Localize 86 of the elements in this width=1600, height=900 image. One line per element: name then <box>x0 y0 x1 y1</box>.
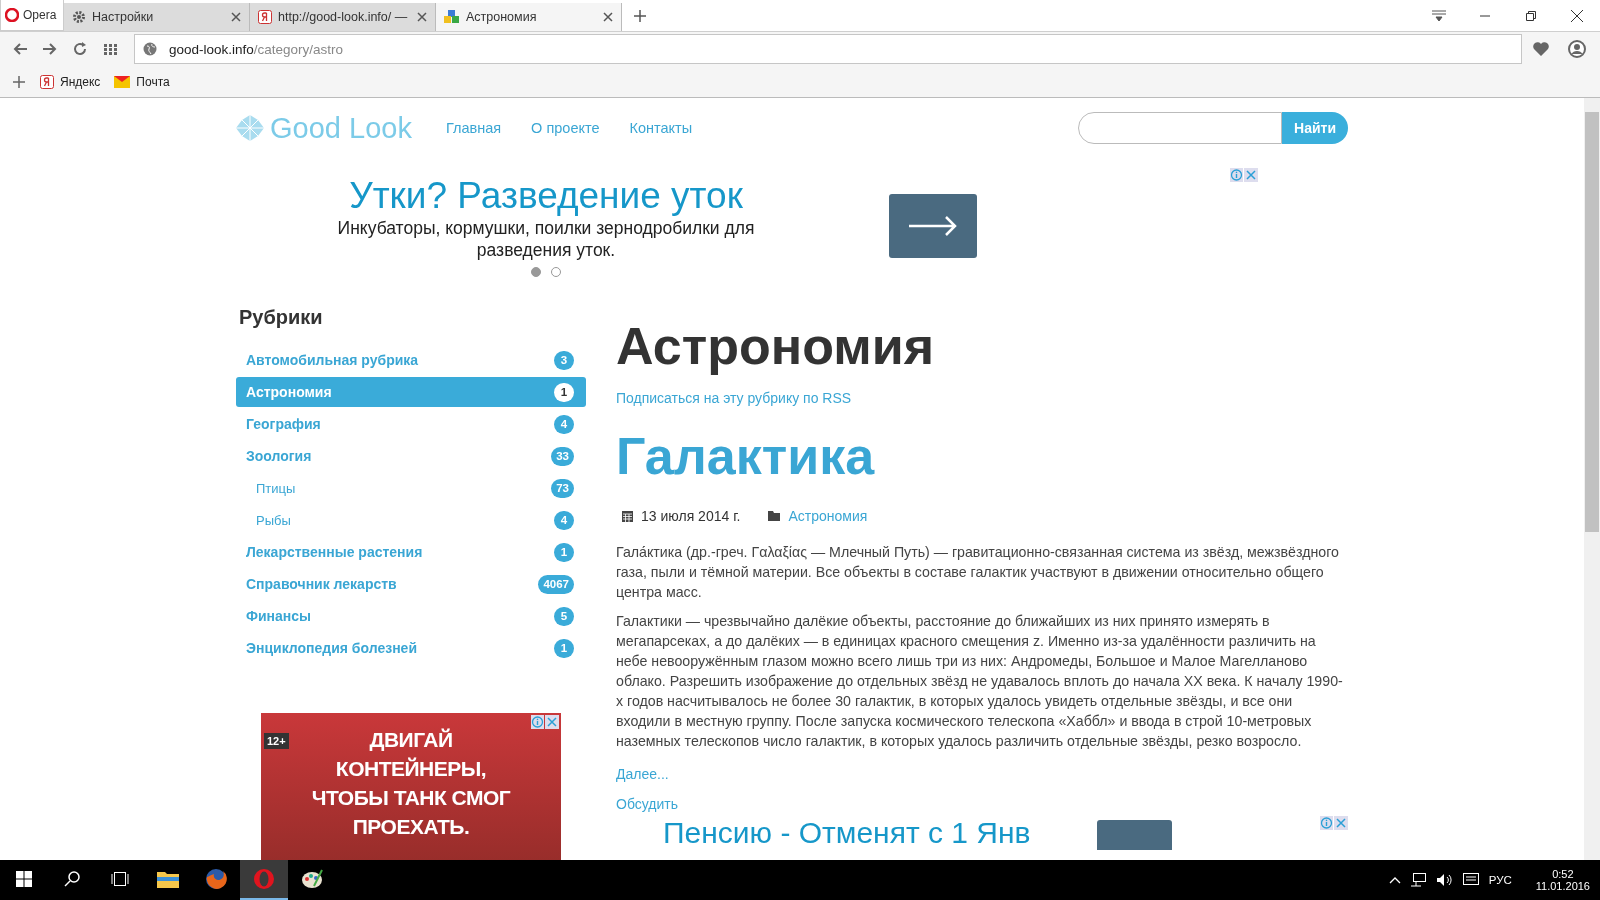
envelope-icon <box>114 74 131 89</box>
opera-icon <box>5 8 19 22</box>
menu-icon <box>1432 9 1446 22</box>
nav-link[interactable]: Контакты <box>629 120 693 136</box>
close-icon[interactable] <box>231 12 241 22</box>
discuss-link[interactable]: Обсудить <box>616 796 1348 812</box>
nav-link[interactable]: Главная <box>445 120 502 136</box>
cubes-icon <box>444 10 460 24</box>
scrollbar[interactable] <box>1584 98 1600 860</box>
count-badge: 4067 <box>538 574 574 594</box>
category-link[interactable]: Зоология 33 <box>236 441 586 471</box>
post-paragraph: Галактики — чрезвычайно далёкие объекты, расстояние до ближайших из них принято измерять в мегапарсеках, а до далёких — в единицах красного смещения z. Именно из-за удалённости различить на небе невооружённым глазом можно всего лишь три из них: Андромеды, Большое и Малое Магелланово облако. Разрешить изображение до отдельных звёзд не удавалось вплоть до начала XX века. К началу 1990-х годов насчитывалось не более 30 галактик, в которых удалось увидеть отдельные звёзды, и все они входили в местную группу. После запуска космического телескопа «Хаббл» и ввода в строй 10-метровых наземных телескопов число галактик, в которых удалось различить отдельные звёзды, резко возросло. <box>616 612 1344 751</box>
count-badge: 1 <box>554 542 574 562</box>
nav-link[interactable]: О проекте <box>531 120 600 136</box>
folder-icon[interactable] <box>157 870 179 888</box>
palette-icon[interactable] <box>300 868 324 890</box>
bookmark-link[interactable]: Почта <box>114 74 170 89</box>
yandex-icon <box>40 74 54 89</box>
page-title: Астрономия <box>616 316 936 376</box>
category-link[interactable]: Автомобильная рубрика 3 <box>236 345 586 375</box>
count-badge: 4 <box>554 510 574 530</box>
close-icon[interactable] <box>417 12 427 22</box>
ad-arrow-button[interactable] <box>889 194 977 258</box>
category-link[interactable]: Лекарственные растения 1 <box>236 537 586 567</box>
category-link[interactable]: Птицы 73 <box>236 473 586 503</box>
ad-headline[interactable]: Пенсию - Отменят с 1 Янв <box>663 816 1031 850</box>
minimize-icon <box>1480 14 1490 17</box>
age-rating: 12+ <box>264 733 289 749</box>
ad-headline[interactable]: Утки? Разведение уток <box>349 175 743 217</box>
search-input[interactable] <box>1078 112 1282 144</box>
windows-icon <box>16 871 32 887</box>
opera-menu-button[interactable]: Opera <box>0 0 64 31</box>
category-link[interactable]: Справочник лекарств 4067 <box>236 569 586 599</box>
ad-info-close-icon <box>1320 816 1348 830</box>
category-link[interactable]: Астрономия <box>788 508 868 524</box>
count-badge: 1 <box>554 382 574 402</box>
slide-dot[interactable] <box>531 267 541 277</box>
post-title[interactable]: Галактика <box>616 426 1348 486</box>
plus-icon <box>634 9 646 22</box>
bookmark-link[interactable]: Яндекс <box>40 74 101 89</box>
count-badge: 5 <box>554 606 574 626</box>
clock[interactable]: 0:52 11.01.2016 <box>1535 868 1590 892</box>
close-icon[interactable] <box>603 12 613 22</box>
task-view-icon <box>111 872 129 886</box>
post-paragraph: Гала́ктика (др.-греч. Γαλαξίας — Млечный Путь) — гравитационно-связанная система из звёзд, межзвёздного газа, пыли и тёмной материи. Все объекты в составе галактик участвуют в движении относительно общего центра масс. <box>616 543 1340 602</box>
search-icon <box>64 871 80 887</box>
browser-tab[interactable]: Настройки <box>64 3 250 31</box>
globe-icon <box>143 42 157 56</box>
add-bookmark-button[interactable] <box>12 75 26 88</box>
read-more-link[interactable]: Далее... <box>616 766 1348 782</box>
calendar-icon <box>622 510 633 522</box>
network-icon[interactable] <box>1410 873 1427 887</box>
slide-dot[interactable] <box>551 267 561 277</box>
category-link[interactable]: Рыбы 4 <box>236 505 586 535</box>
count-badge: 73 <box>551 478 574 498</box>
browser-tab[interactable]: Астрономия <box>436 3 622 31</box>
language-indicator[interactable]: РУС <box>1488 874 1512 886</box>
rss-link[interactable]: Подписаться на эту рубрику по RSS <box>616 390 1348 406</box>
notification-icon[interactable] <box>1462 873 1479 887</box>
count-badge: 33 <box>551 446 574 466</box>
gear-icon <box>72 10 86 24</box>
folder-icon <box>768 511 781 521</box>
search-button[interactable]: Найти <box>1282 112 1348 144</box>
count-badge: 3 <box>554 350 574 370</box>
ad-info-close-icon <box>1230 168 1258 182</box>
ad-description: Инкубаторы, кормушки, поилки зернодробилки для разведения уток. <box>336 217 756 261</box>
category-link[interactable]: Энциклопедия болезней 1 <box>236 633 586 663</box>
close-icon <box>1571 9 1583 22</box>
browser-tab[interactable]: http://good-look.info/ — <box>250 3 436 31</box>
count-badge: 1 <box>554 638 574 658</box>
post-date: 13 июля 2014 г. <box>641 508 741 524</box>
count-badge: 4 <box>554 414 574 434</box>
ad-info-close-icon <box>531 715 559 729</box>
firefox-icon[interactable] <box>205 868 227 890</box>
category-link[interactable]: Астрономия 1 <box>236 377 586 407</box>
ad-banner-text: ДВИГАЙ КОНТЕЙНЕРЫ, ЧТОБЫ ТАНК СМОГ ПРОЕХАТЬ. <box>310 727 512 840</box>
address-bar[interactable]: good-look.info/category/astro <box>134 34 1522 64</box>
chevron-up-icon[interactable] <box>1388 876 1401 884</box>
category-link[interactable]: Финансы 5 <box>236 601 586 631</box>
yandex-icon <box>258 10 272 24</box>
sidebar-heading: Рубрики <box>239 306 324 329</box>
category-link[interactable]: География 4 <box>236 409 586 439</box>
volume-icon[interactable] <box>1436 873 1453 887</box>
restore-icon <box>1526 10 1536 21</box>
site-logo[interactable]: Good Look <box>236 111 412 145</box>
arrow-icon <box>909 216 957 236</box>
